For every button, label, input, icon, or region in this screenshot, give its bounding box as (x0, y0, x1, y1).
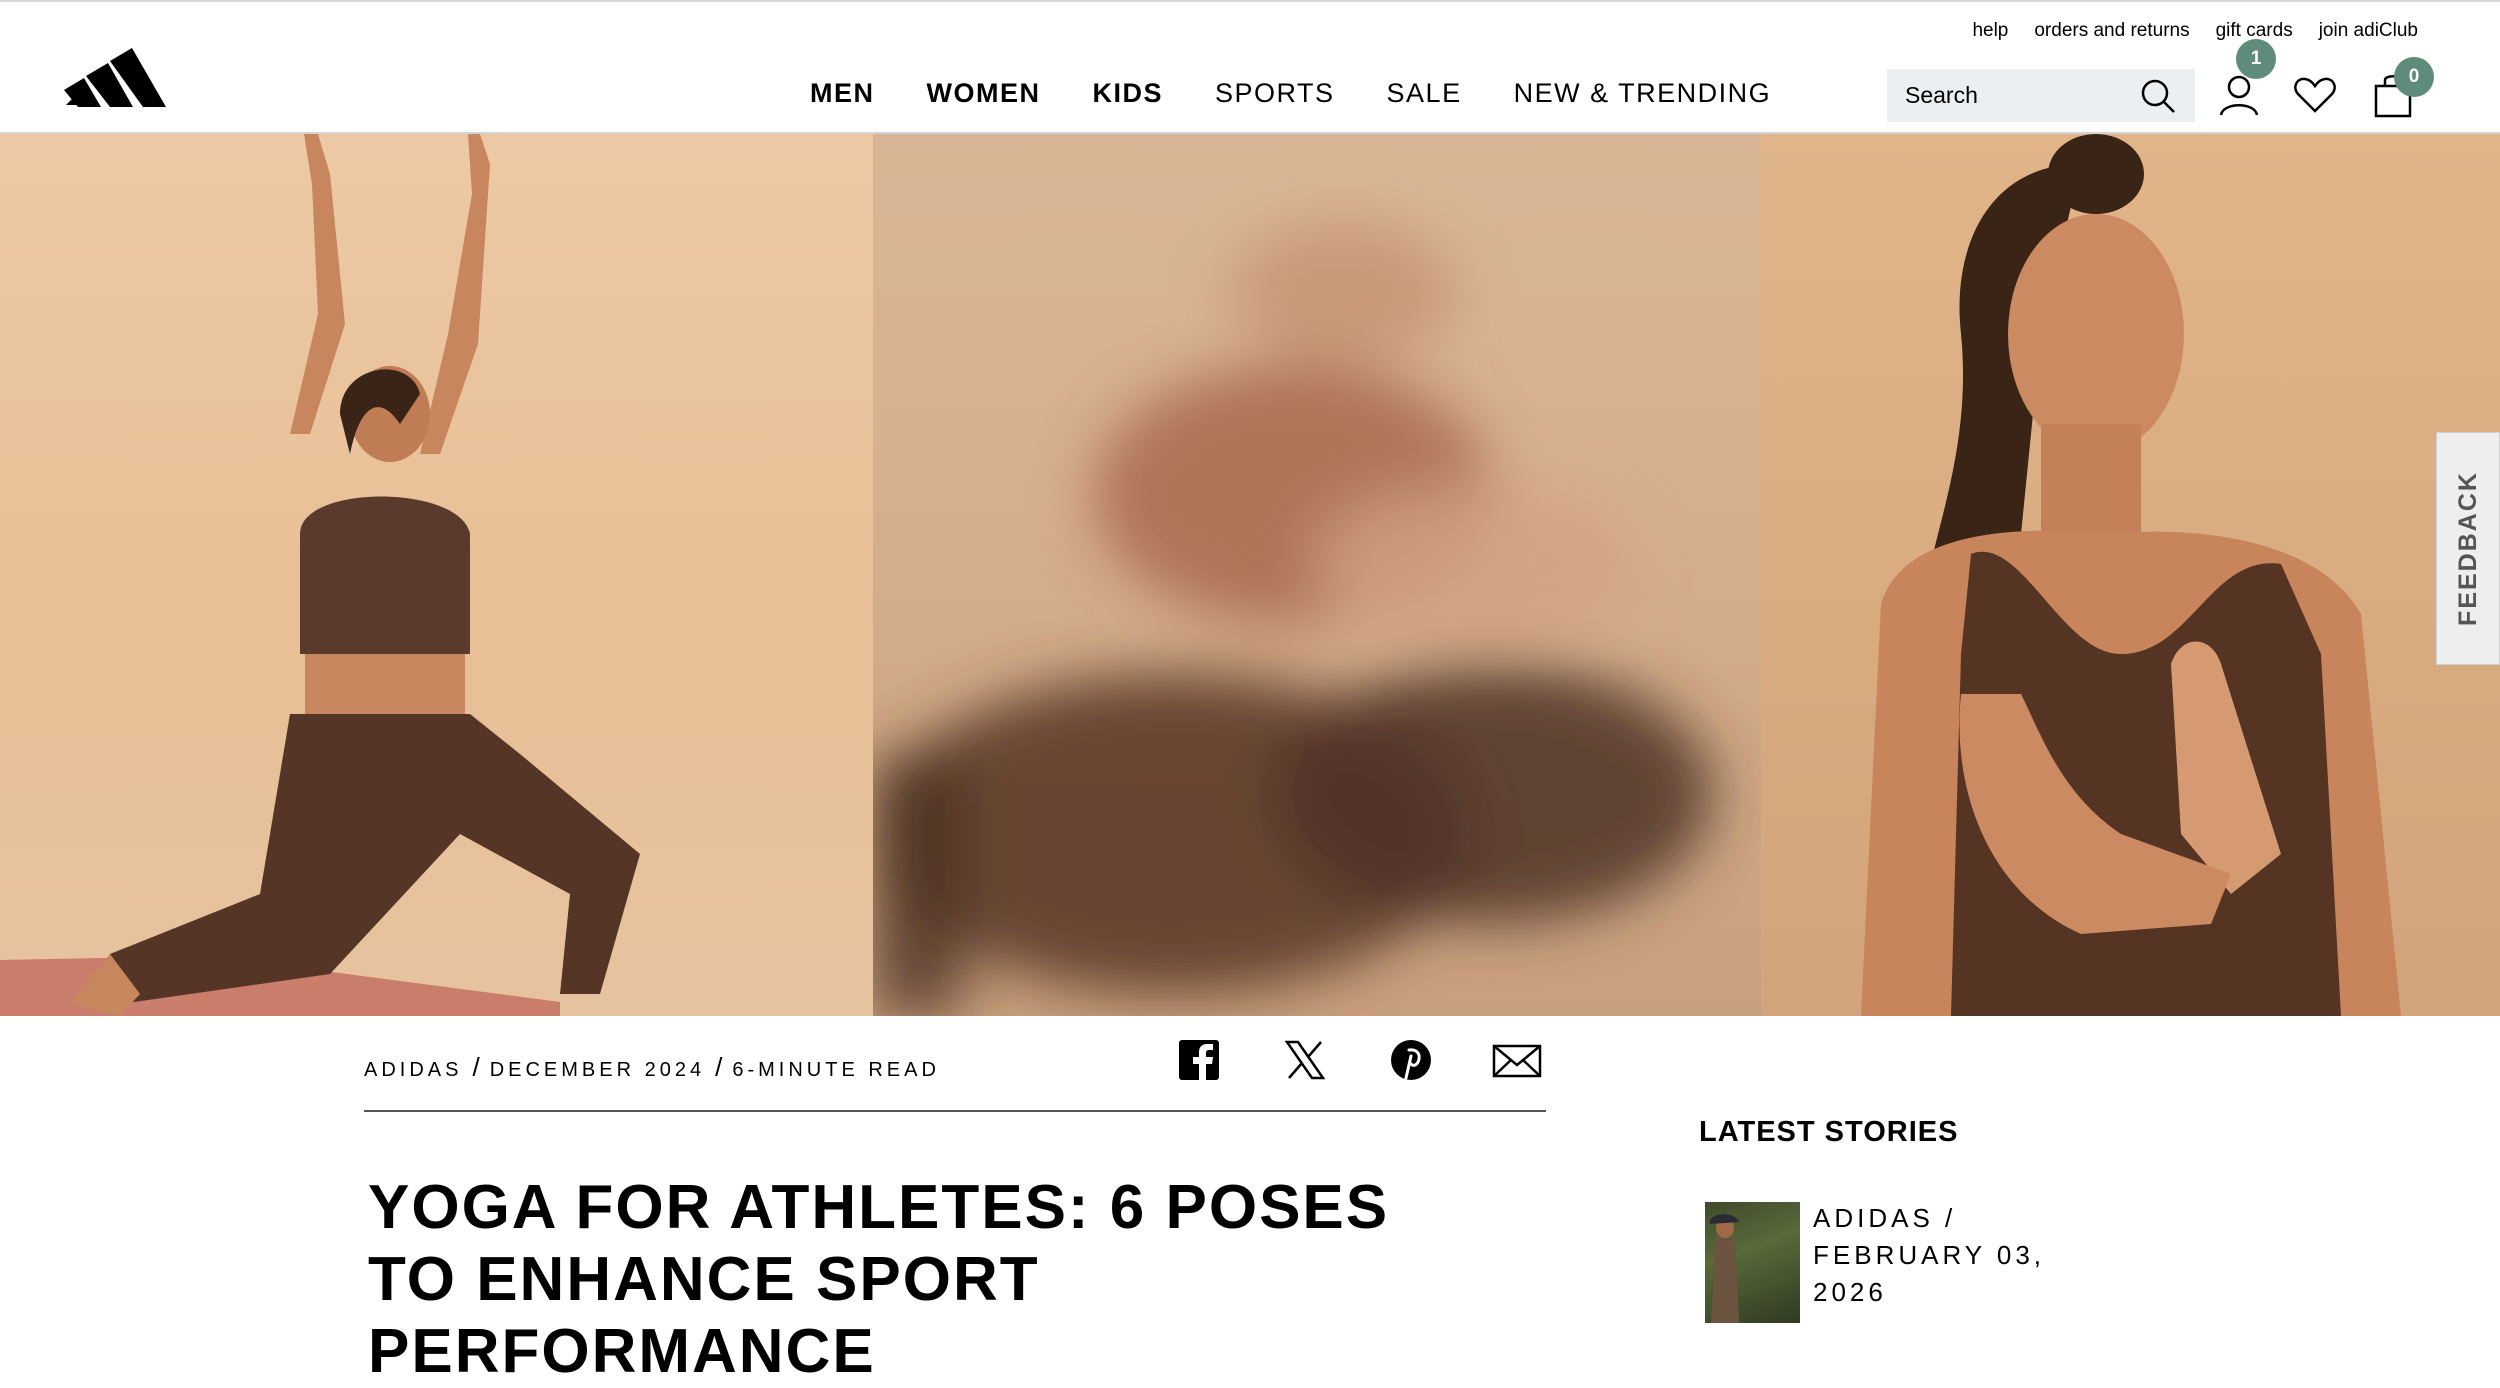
hero-panel-prayer-pose (1761, 134, 2500, 1016)
join-adiclub-link[interactable]: join adiClub (2319, 20, 2418, 42)
nav-new-trending[interactable]: NEW & TRENDING (1514, 78, 1772, 109)
meta-separator: / (715, 1052, 723, 1082)
article-author: ADIDAS (364, 1059, 463, 1081)
feedback-label: FEEDBACK (2453, 471, 2482, 626)
article-read-time: 6-MINUTE READ (732, 1059, 940, 1081)
hero-image (0, 134, 2500, 1016)
help-link[interactable]: help (1972, 20, 2008, 42)
x-icon[interactable] (1284, 1036, 1326, 1084)
nav-kids[interactable]: KIDS (1092, 78, 1163, 109)
utility-nav: help orders and returns gift cards join … (1972, 20, 2418, 42)
account-badge: 1 (2236, 39, 2276, 79)
story-thumbnail[interactable] (1705, 1202, 1800, 1323)
hero-panel-lunge-pose (0, 134, 873, 1016)
latest-story-card[interactable]: ADIDAS / FEBRUARY 03, 2026 (1705, 1200, 2105, 1323)
email-icon[interactable] (1492, 1036, 1542, 1084)
bag-badge: 0 (2394, 57, 2434, 97)
account-icon[interactable] (2219, 74, 2259, 116)
meta-separator: / (472, 1052, 480, 1082)
meta-divider (364, 1110, 1546, 1112)
search-icon[interactable] (2139, 77, 2177, 115)
orders-and-returns-link[interactable]: orders and returns (2034, 20, 2189, 42)
site-header: help orders and returns gift cards join … (0, 0, 2500, 134)
pinterest-icon[interactable] (1390, 1036, 1432, 1084)
nav-women[interactable]: WOMEN (927, 78, 1041, 109)
hero-panel-motion-blur (873, 134, 1761, 1016)
main-nav: MEN WOMEN KIDS SPORTS SALE NEW & TRENDIN… (810, 78, 1771, 109)
heart-icon[interactable] (2293, 76, 2337, 114)
article-meta: ADIDAS / DECEMBER 2024 / 6-MINUTE READ (364, 1052, 940, 1083)
story-meta: ADIDAS / FEBRUARY 03, 2026 (1813, 1203, 2046, 1307)
facebook-icon[interactable] (1178, 1036, 1220, 1084)
article-date: DECEMBER 2024 (489, 1059, 706, 1081)
adidas-logo[interactable] (64, 40, 174, 110)
article-title: YOGA FOR ATHLETES: 6 POSES TO ENHANCE SP… (368, 1173, 1390, 1386)
nav-men[interactable]: MEN (810, 78, 875, 109)
nav-sale[interactable]: SALE (1387, 78, 1462, 109)
search-input[interactable] (1903, 81, 2123, 110)
search-box (1887, 69, 2195, 122)
nav-sports[interactable]: SPORTS (1215, 78, 1335, 109)
latest-stories-heading: LATEST STORIES (1699, 1116, 1959, 1148)
feedback-tab[interactable]: FEEDBACK (2436, 432, 2500, 665)
